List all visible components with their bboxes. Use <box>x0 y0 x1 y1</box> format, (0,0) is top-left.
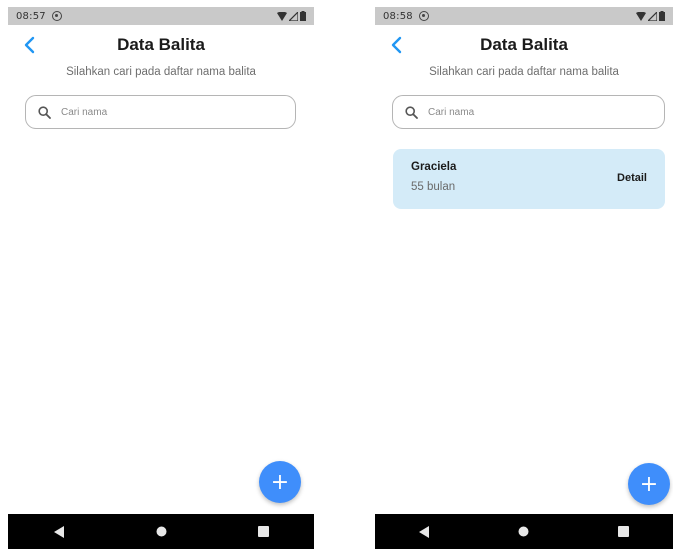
nav-home-button[interactable] <box>141 517 181 547</box>
notification-icon <box>51 11 62 21</box>
status-time: 08:58 <box>383 10 413 22</box>
search-icon <box>38 105 51 119</box>
search-box[interactable] <box>25 95 296 129</box>
status-bar: 08:58 <box>375 7 673 25</box>
signal-icon <box>289 11 298 21</box>
nav-back-button[interactable] <box>405 517 445 547</box>
page-title: Data Balita <box>117 35 205 54</box>
status-time: 08:57 <box>16 10 46 22</box>
balita-name: Graciela <box>411 161 457 173</box>
recents-square-icon <box>257 526 269 537</box>
signal-icon <box>648 11 657 21</box>
nav-recents-button[interactable] <box>603 517 643 547</box>
status-bar: 08:57 <box>8 7 314 25</box>
screenshot-canvas: 08:57 Data Balita Silahkan cari pada daf… <box>0 0 673 549</box>
phone-screen-with-result: 08:58 Data Balita Silahkan cari pada daf… <box>375 7 673 549</box>
recents-square-icon <box>617 526 629 537</box>
plus-icon: + <box>639 471 659 497</box>
nav-back-button[interactable] <box>39 517 79 547</box>
search-box[interactable] <box>392 95 665 129</box>
phone-screen-empty: 08:57 Data Balita Silahkan cari pada daf… <box>8 7 314 549</box>
system-icons <box>277 11 306 21</box>
page-subtitle: Silahkan cari pada daftar nama balita <box>429 66 619 78</box>
add-balita-button[interactable]: + <box>259 461 301 503</box>
detail-button[interactable]: Detail <box>617 172 647 184</box>
search-icon <box>405 105 418 119</box>
back-triangle-icon <box>419 525 430 538</box>
home-circle-icon <box>518 526 529 537</box>
home-circle-icon <box>156 526 166 537</box>
add-balita-button[interactable]: + <box>628 463 670 505</box>
nav-recents-button[interactable] <box>243 517 283 547</box>
back-triangle-icon <box>53 525 64 538</box>
android-nav-bar <box>8 514 314 549</box>
nav-home-button[interactable] <box>504 517 544 547</box>
page-subtitle: Silahkan cari pada daftar nama balita <box>66 66 256 78</box>
search-input[interactable] <box>59 105 263 119</box>
balita-age: 55 bulan <box>411 181 456 193</box>
system-icons <box>636 11 665 21</box>
search-input[interactable] <box>426 105 630 119</box>
battery-icon <box>659 11 665 21</box>
balita-list-item[interactable]: Graciela 55 bulan Detail <box>393 149 665 209</box>
page-title: Data Balita <box>480 35 568 54</box>
wifi-icon <box>277 11 287 21</box>
notification-icon <box>418 11 429 21</box>
android-nav-bar <box>375 514 673 549</box>
battery-icon <box>300 11 306 21</box>
wifi-icon <box>636 11 646 21</box>
plus-icon: + <box>270 469 290 495</box>
